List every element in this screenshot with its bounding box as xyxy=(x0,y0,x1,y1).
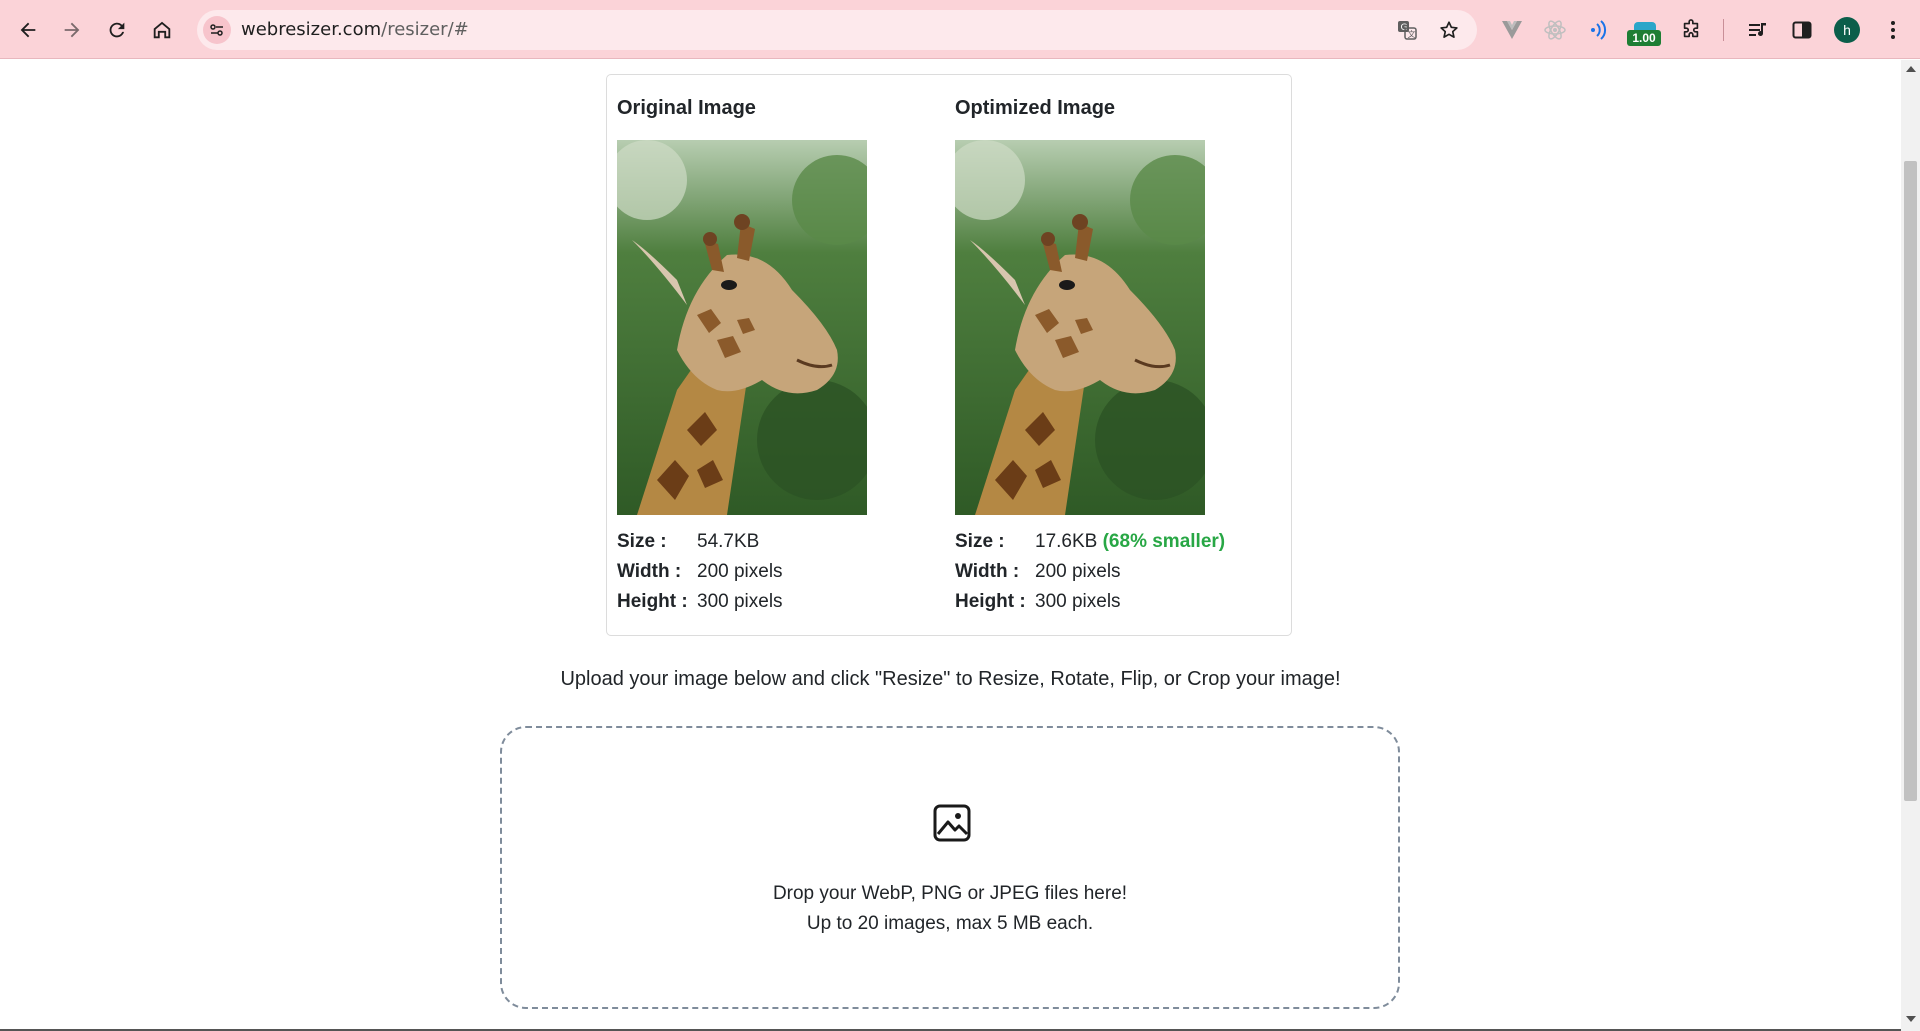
height-label: Height : xyxy=(955,591,1026,612)
toolbar-separator xyxy=(1723,19,1724,41)
site-settings-icon[interactable] xyxy=(203,16,231,44)
original-size-value: 54.7KB xyxy=(697,531,760,552)
reload-icon xyxy=(109,22,125,38)
size-label: Size : xyxy=(617,531,667,552)
original-height-row: Height : 300 pixels xyxy=(617,587,783,617)
arrow-left-icon xyxy=(20,22,36,38)
scrollbar-thumb[interactable] xyxy=(1904,161,1917,801)
address-bar[interactable]: webresizer.com/resizer/# G文 xyxy=(197,10,1477,50)
optimized-width-value: 200 pixels xyxy=(1035,561,1121,582)
scroll-down-arrow-icon[interactable] xyxy=(1906,1016,1916,1022)
dropzone-formats-text: Drop your WebP, PNG or JPEG files here! xyxy=(772,883,1128,904)
browser-toolbar: webresizer.com/resizer/# G文 1.00 h xyxy=(0,0,1920,59)
profile-avatar[interactable]: h xyxy=(1834,17,1860,43)
url-path: /resizer/# xyxy=(381,19,469,40)
upload-instructions: Upload your image below and click "Resiz… xyxy=(560,668,1341,690)
svg-text:文: 文 xyxy=(1408,29,1416,39)
optimized-stats: Size : 17.6KB (68% smaller) Width : 200 pi… xyxy=(955,527,1225,617)
bookmark-star-icon[interactable] xyxy=(1437,18,1461,42)
original-width-value: 200 pixels xyxy=(697,561,783,582)
height-label: Height : xyxy=(617,591,688,612)
optimized-height-value: 300 pixels xyxy=(1035,591,1121,612)
forward-button[interactable] xyxy=(56,14,88,46)
react-devtools-icon[interactable] xyxy=(1540,15,1570,45)
width-label: Width : xyxy=(955,561,1020,582)
url-domain: webresizer.com xyxy=(241,19,382,40)
scroll-up-arrow-icon[interactable] xyxy=(1906,66,1916,72)
translate-icon[interactable]: G文 xyxy=(1395,18,1419,42)
page-scrollbar[interactable] xyxy=(1901,60,1920,1031)
original-width-row: Width : 200 pixels xyxy=(617,557,783,587)
optimized-size-row: Size : 17.6KB (68% smaller) xyxy=(955,527,1225,557)
reload-button[interactable] xyxy=(101,14,133,46)
original-giraffe-image xyxy=(617,140,867,515)
optimized-size-value: 17.6KB xyxy=(1035,531,1098,552)
home-icon xyxy=(153,21,171,39)
media-control-icon[interactable] xyxy=(1743,15,1773,45)
side-panel-icon[interactable] xyxy=(1787,15,1817,45)
extension-badge: 1.00 xyxy=(1627,30,1661,46)
optimized-image-title: Optimized Image xyxy=(955,97,1116,119)
vue-devtools-icon[interactable] xyxy=(1497,15,1527,45)
url-text[interactable]: webresizer.com/resizer/# xyxy=(241,19,469,40)
back-button[interactable] xyxy=(12,14,44,46)
optimized-giraffe-image xyxy=(955,140,1205,515)
menu-kebab-icon[interactable] xyxy=(1878,15,1908,45)
optimized-height-row: Height : 300 pixels xyxy=(955,587,1225,617)
dropzone-limits-text: Up to 20 images, max 5 MB each. xyxy=(806,913,1094,934)
image-comparison-card: Original Image Size: 54.7KB Width: 200… xyxy=(606,74,1292,636)
read-aloud-icon[interactable] xyxy=(1584,15,1614,45)
size-label: Size : xyxy=(955,531,1005,552)
savings-badge: (68% smaller) xyxy=(1102,531,1226,552)
image-upload-icon xyxy=(932,803,972,843)
home-button[interactable] xyxy=(146,14,178,46)
file-dropzone[interactable]: Drop your WebP, PNG or JPEG files here! … xyxy=(500,726,1400,1009)
original-height-value: 300 pixels xyxy=(697,591,783,612)
width-label: Width : xyxy=(617,561,682,582)
original-stats: Size : 54.7KB Width : 200 pixels Height : 3… xyxy=(617,527,783,617)
optimized-width-row: Width : 200 pixels xyxy=(955,557,1225,587)
original-size-row: Size : 54.7KB xyxy=(617,527,783,557)
extensions-puzzle-icon[interactable] xyxy=(1676,15,1706,45)
arrow-right-icon xyxy=(64,22,80,38)
original-image-title: Original Image xyxy=(617,97,756,119)
